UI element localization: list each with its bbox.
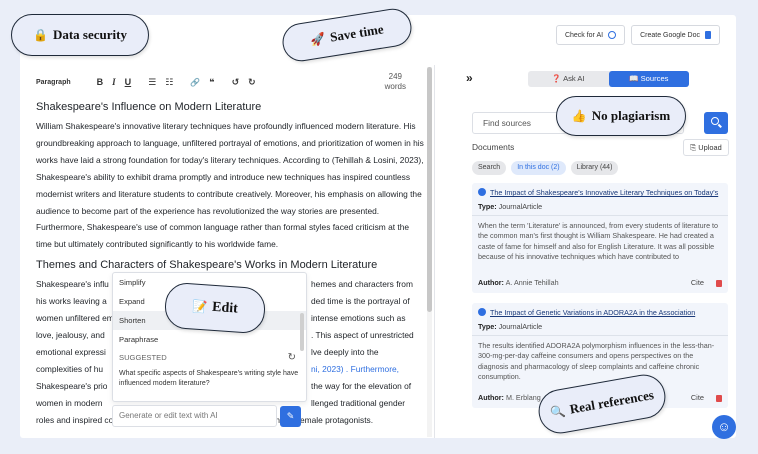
generate-button[interactable]: ✎ [280,406,301,427]
app-window: Check for AI Create Google Doc Paragraph… [20,15,736,438]
pane-divider[interactable] [434,65,435,438]
upload-button[interactable]: ⎘ Upload [683,139,729,156]
check-for-ai-label: Check for AI [564,31,604,39]
word-count-unit: words [384,82,406,91]
source-filter-chips: Search In this doc (2) Library (44) [472,161,619,175]
chip-library[interactable]: Library (44) [570,161,619,175]
menu-item-paraphrase[interactable]: Paraphrase [113,330,306,349]
word-count-number: 249 [388,72,402,81]
suggested-header: SUGGESTED ↻ [113,349,306,367]
tab-sources[interactable]: 📖 Sources [608,71,689,87]
reference-title-link[interactable]: The Impact of Shakespeare's Innovative L… [478,188,724,197]
underline-button[interactable]: U [125,77,132,87]
badge-data-security: 🔒 Data security [11,14,149,56]
thumbs-up-icon: 👍 [571,109,587,123]
reference-abstract: The results identified ADORA2A polymorph… [478,341,715,382]
documents-label: Documents [472,142,515,152]
word-count: 249 words [385,72,406,92]
tab-ask-ai[interactable]: ❓ Ask AI [528,71,609,87]
document-icon [705,31,711,39]
trash-icon[interactable] [716,395,722,402]
badge-edit: 📝 Edit [163,281,267,335]
search-button[interactable] [704,112,728,134]
create-google-doc-label: Create Google Doc [640,31,700,39]
bold-button[interactable]: B [97,77,104,87]
badge-no-plagiarism: 👍 No plagiarism [556,96,686,136]
heading-influence: Shakespeare's Influence on Modern Litera… [36,101,262,113]
memo-icon: 📝 [191,299,208,315]
check-circle-icon [478,308,486,316]
upload-icon: ⎘ [690,143,697,152]
reference-type: Type: JournalArticle [478,322,543,331]
collapse-sidebar-icon[interactable]: » [466,71,473,85]
help-chat-icon[interactable]: ☺ [712,415,736,439]
create-google-doc-button[interactable]: Create Google Doc [631,25,720,45]
formatting-toolbar: Paragraph B I U ☰ ☷ 🔗 ❝ ↺ ↻ 249 words [36,69,416,95]
generate-text-input[interactable]: Generate or edit text with AI [112,405,277,427]
editor-scrollbar-thumb[interactable] [427,67,432,312]
menu-scrollbar[interactable] [300,313,304,351]
suggestion-item[interactable]: What specific aspects of Shakespeare's w… [113,367,306,391]
lock-icon: 🔒 [33,28,48,42]
paragraph-influence: William Shakespeare's innovative literar… [36,121,424,250]
cite-button[interactable]: Cite [691,278,704,287]
question-icon: ❓ [551,74,562,83]
rocket-icon: 🚀 [309,31,327,48]
reference-abstract: When the term 'Literature' is announced,… [478,221,719,262]
check-for-ai-button[interactable]: Check for AI [555,25,626,45]
reference-card[interactable]: The Impact of Shakespeare's Innovative L… [472,183,728,293]
numbered-list-icon[interactable]: ☷ [165,77,173,88]
chip-search[interactable]: Search [472,161,507,175]
redo-icon[interactable]: ↻ [248,77,256,88]
chip-in-this-doc[interactable]: In this doc (2) [511,161,566,175]
italic-button[interactable]: I [112,77,116,87]
quote-icon[interactable]: ❝ [209,77,214,88]
cite-button[interactable]: Cite [691,393,704,402]
target-icon [608,31,617,39]
reference-title-link[interactable]: The Impact of Genetic Variations in ADOR… [478,308,724,317]
editor-scrollbar[interactable] [427,67,432,437]
top-actions: Check for AI Create Google Doc [555,25,720,45]
bullet-list-icon[interactable]: ☰ [148,77,156,88]
magnifier-icon: 🔍 [549,403,567,421]
check-circle-icon [478,188,486,196]
refresh-icon[interactable]: ↻ [288,349,296,367]
sidebar-tabs: ❓ Ask AI 📖 Sources [528,71,689,87]
suggested-label: SUGGESTED [119,353,167,362]
book-icon: 📖 [629,74,639,83]
undo-icon[interactable]: ↺ [232,77,240,88]
paragraph-style-select[interactable]: Paragraph [36,79,71,86]
trash-icon[interactable] [716,280,722,287]
link-icon[interactable]: 🔗 [190,78,200,87]
reference-author: Author: A. Annie Tehillah [478,278,559,287]
paragraph-themes-right: hemes and characters from ded time is th… [311,279,414,408]
heading-themes: Themes and Characters of Shakespeare's W… [36,259,378,272]
reference-type: Type: JournalArticle [478,202,543,211]
reference-author: Author: M. Erblang [478,393,541,402]
